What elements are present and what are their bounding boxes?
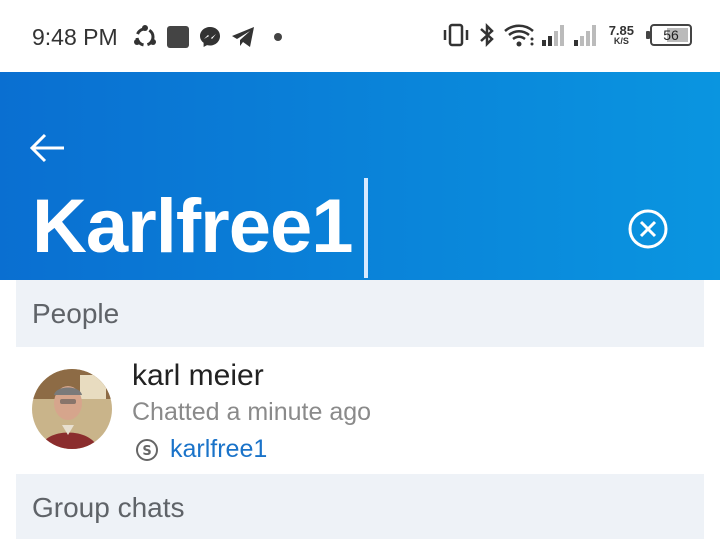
network-speed: 7.85 K/S: [609, 24, 634, 46]
back-arrow-icon[interactable]: [26, 126, 70, 170]
status-time: 9:48 PM: [32, 24, 118, 50]
status-bar: 9:48 PM 7.85 K/S 56: [0, 0, 720, 72]
search-app-bar: Karlfree1: [0, 72, 720, 280]
system-icons: 7.85 K/S 56: [441, 22, 692, 48]
signal-icon-1: [541, 25, 564, 46]
sync-icon: [134, 25, 156, 47]
battery-icon: 56: [646, 24, 692, 46]
signal-icon-2: [573, 25, 596, 46]
wifi-icon: [503, 24, 534, 47]
vibrate-icon: [443, 23, 468, 47]
search-input[interactable]: Karlfree1: [32, 187, 354, 267]
notification-icons: [132, 24, 286, 50]
bluetooth-icon: [479, 22, 494, 48]
text-cursor: [364, 178, 368, 278]
square-app-icon: [167, 26, 189, 48]
section-header-group-chats: Group chats: [16, 474, 704, 539]
section-title-people: People: [32, 298, 120, 329]
avatar: [32, 369, 112, 449]
section-title-group-chats: Group chats: [32, 492, 185, 523]
network-speed-unit: K/S: [613, 36, 629, 46]
telegram-icon: [232, 27, 254, 47]
section-header-people: People: [16, 280, 704, 347]
battery-level: 56: [663, 27, 679, 43]
contact-name: karl meier: [132, 359, 264, 392]
contact-result-row[interactable]: karl meier Chatted a minute ago S karlfr…: [16, 347, 704, 474]
skype-id-row: S karlfree1: [134, 435, 267, 464]
skype-id: karlfree1: [170, 435, 268, 463]
svg-text:S: S: [142, 444, 151, 459]
clear-search-icon[interactable]: [627, 208, 669, 250]
skype-icon: S: [136, 438, 158, 461]
messenger-icon: [200, 27, 220, 47]
dot-icon: [274, 33, 282, 41]
contact-last-chatted: Chatted a minute ago: [132, 398, 372, 426]
